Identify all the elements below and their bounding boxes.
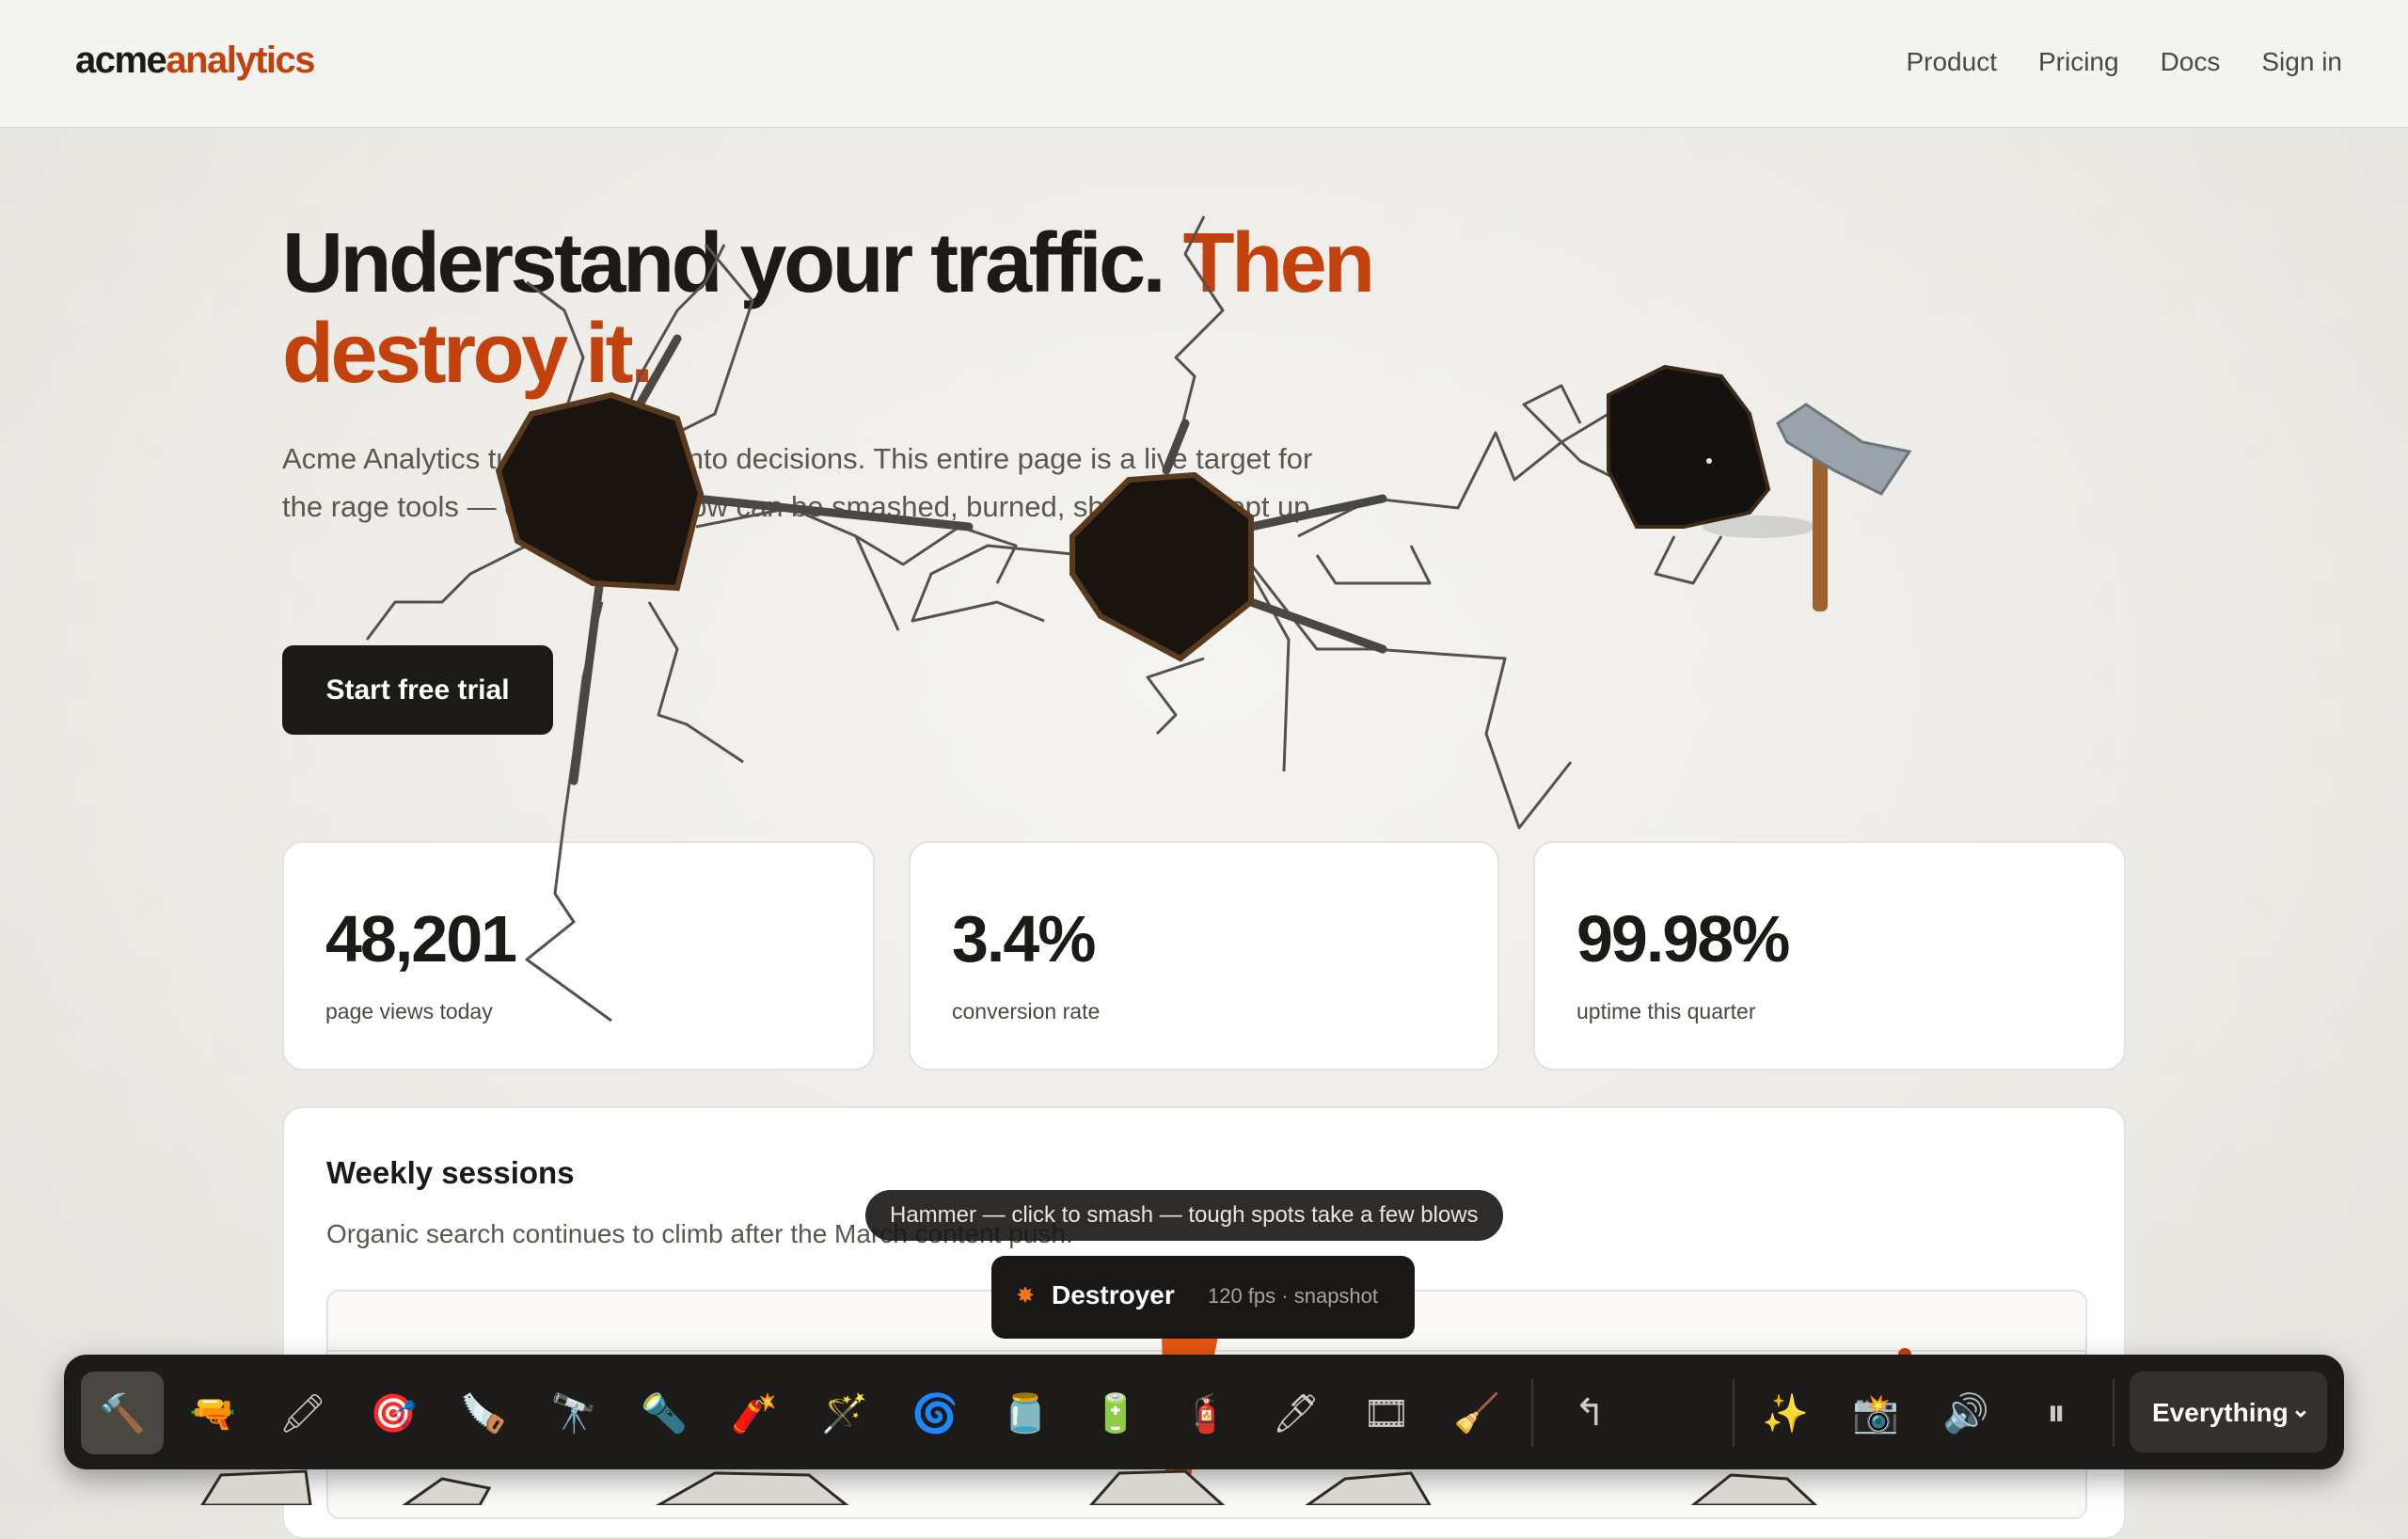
stat-value: 48,201: [325, 902, 517, 976]
toolbar-divider: [2113, 1379, 2115, 1447]
camera-icon[interactable]: 📸: [1834, 1372, 1917, 1454]
marker-tool-button[interactable]: 🖍: [261, 1372, 344, 1454]
pen-tool-button[interactable]: 🖊: [1255, 1372, 1338, 1454]
blaster-tool-button[interactable]: 🔋: [1074, 1372, 1157, 1454]
bazooka-tool-button[interactable]: 🧨: [713, 1372, 796, 1454]
stat-card-page-views: 48,201 page views today: [282, 841, 875, 1071]
stat-value: 99.98%: [1576, 902, 1790, 976]
chart-gridline: [328, 1350, 2085, 1352]
undo-icon[interactable]: ↰: [1548, 1372, 1631, 1454]
toolbar-divider: [1733, 1379, 1735, 1447]
stat-label: conversion rate: [952, 999, 1101, 1023]
nav-link-docs[interactable]: Docs: [2161, 47, 2221, 77]
target-scope-select[interactable]: Everything ⌄: [2130, 1372, 2327, 1452]
stick-tool-button[interactable]: 🧯: [1164, 1372, 1247, 1454]
hammer-tool-button[interactable]: 🔨: [81, 1372, 164, 1454]
chainsaw-tool-button[interactable]: 🪚: [442, 1372, 525, 1454]
logo-acme: acme: [75, 40, 167, 81]
start-free-trial-button[interactable]: Start free trial: [282, 645, 553, 735]
stat-card-conversion: 3.4% conversion rate: [909, 841, 1499, 1071]
wand-tool-button[interactable]: 🪄: [803, 1372, 886, 1454]
film-tool-button[interactable]: 🎞: [1345, 1372, 1428, 1454]
laser-tool-button[interactable]: 🔦: [623, 1372, 705, 1454]
hero-subtitle: Acme Analytics turns requests into decis…: [282, 442, 1319, 523]
weekly-sessions-title: Weekly sessions: [326, 1155, 575, 1190]
stat-value: 3.4%: [952, 902, 1097, 976]
nav-links: Product Pricing Docs Sign in: [1906, 47, 2342, 77]
toolbar-divider: [1531, 1379, 1533, 1447]
nav-link-product[interactable]: Product: [1906, 47, 1997, 77]
nav-link-pricing[interactable]: Pricing: [2038, 47, 2119, 77]
stat-card-uptime: 99.98% uptime this quarter: [1533, 841, 2126, 1071]
destroyer-name: Destroyer: [1052, 1280, 1175, 1309]
tool-tooltip: Hammer — click to smash — tough spots ta…: [865, 1190, 1503, 1241]
dart-tool-button[interactable]: 🎯: [352, 1372, 435, 1454]
gun-tool-button[interactable]: 🔫: [171, 1372, 254, 1454]
weapon-toolbar: 🔨 🔫 🖍 🎯 🪚 🔭 🔦 🧨 🪄 🌀 🫙 🔋 🧯 🖊 🎞 🧹 ↰ ✨ 📸 🔊 …: [64, 1355, 2344, 1469]
destroyer-status-badge: ✸ Destroyer 120 fps · snapshot: [991, 1256, 1415, 1339]
logo-analytics: analytics: [166, 40, 315, 81]
broom-tool-button[interactable]: 🧹: [1435, 1372, 1518, 1454]
pause-icon[interactable]: ⏸: [2015, 1372, 2098, 1454]
hero-title-main: Understand your traffic.: [282, 216, 1183, 310]
sparkles-icon[interactable]: ✨: [1744, 1372, 1827, 1454]
crack-fissures: [569, 334, 1387, 785]
speaker-icon[interactable]: 🔊: [1925, 1372, 2007, 1454]
stat-label: page views today: [325, 999, 493, 1023]
explosion-icon: ✸: [1016, 1283, 1036, 1309]
logo[interactable]: acmeanalytics: [75, 40, 316, 82]
top-nav: acmeanalytics Product Pricing Docs Sign …: [0, 0, 2408, 128]
ray-gun-tool-button[interactable]: 🔭: [532, 1372, 615, 1454]
vortex-tool-button[interactable]: 🌀: [894, 1372, 976, 1454]
chevron-down-icon: ⌄: [2290, 1397, 2310, 1422]
hammer-icon: [1703, 403, 1912, 611]
destroyer-meta: 120 fps · snapshot: [1208, 1284, 1379, 1308]
nav-link-sign-in[interactable]: Sign in: [2261, 47, 2342, 77]
stat-label: uptime this quarter: [1576, 999, 1756, 1023]
target-scope-value: Everything: [2152, 1398, 2289, 1427]
jar-tool-button[interactable]: 🫙: [984, 1372, 1067, 1454]
hero-title: Understand your traffic. Then destroy it…: [282, 218, 1411, 399]
